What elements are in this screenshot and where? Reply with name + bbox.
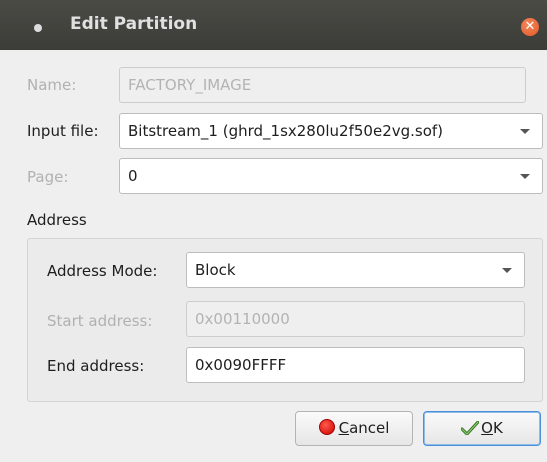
dialog-content: Name: FACTORY_IMAGE Input file: Bitstrea…	[0, 50, 547, 462]
end-address-field[interactable]: 0x0090FFFF	[186, 347, 525, 383]
stop-icon	[318, 419, 335, 435]
input-file-value: Bitstream_1 (ghrd_1sx280lu2f50e2vg.sof)	[128, 122, 444, 140]
input-file-combo[interactable]: Bitstream_1 (ghrd_1sx280lu2f50e2vg.sof)	[119, 113, 543, 149]
ok-mnemonic: O	[481, 419, 493, 437]
address-mode-combo[interactable]: Block	[186, 252, 525, 288]
input-file-label: Input file:	[27, 122, 99, 140]
ok-button[interactable]: OK	[423, 411, 541, 446]
ok-label: K	[492, 419, 503, 437]
checkmark-icon	[461, 421, 480, 435]
cancel-mnemonic: C	[338, 419, 350, 437]
name-field: FACTORY_IMAGE	[119, 67, 526, 103]
page-value: 0	[128, 167, 138, 185]
window-title: Edit Partition	[70, 14, 198, 34]
address-mode-value: Block	[195, 261, 236, 279]
chevron-down-icon	[502, 268, 512, 273]
address-mode-label: Address Mode:	[47, 262, 158, 280]
end-address-label: End address:	[47, 357, 145, 375]
chevron-down-icon	[520, 174, 530, 179]
title-bar: Edit Partition ✕	[0, 0, 547, 50]
start-address-field: 0x00110000	[186, 301, 525, 337]
cancel-button[interactable]: Cancel	[295, 411, 413, 446]
cancel-label: ancel	[349, 419, 390, 437]
chevron-down-icon	[520, 129, 530, 134]
window-menu-icon[interactable]	[34, 24, 42, 32]
page-label: Page:	[27, 168, 69, 186]
close-icon[interactable]: ✕	[521, 18, 539, 36]
page-combo[interactable]: 0	[119, 158, 543, 194]
start-address-label: Start address:	[47, 312, 153, 330]
address-section-label: Address	[27, 211, 87, 229]
name-label: Name:	[27, 76, 77, 94]
